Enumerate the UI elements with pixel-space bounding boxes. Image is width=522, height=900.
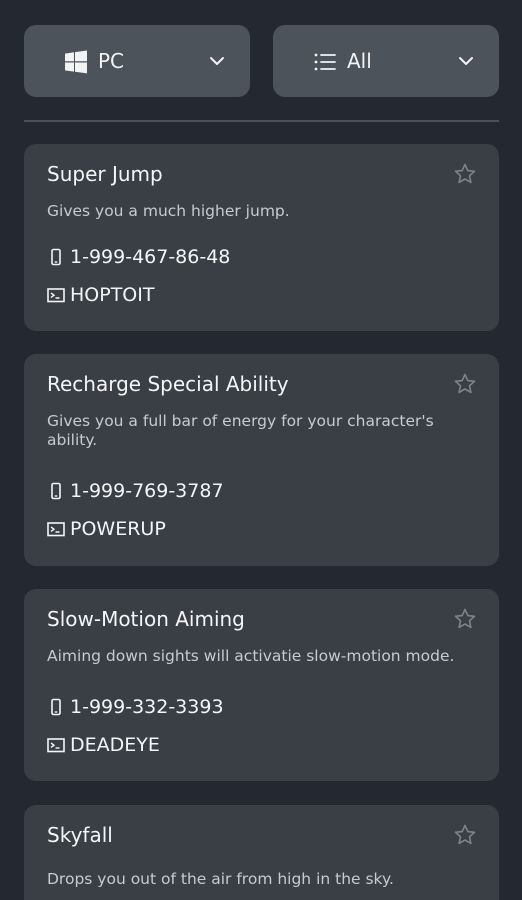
cheat-title: Recharge Special Ability [47, 372, 289, 396]
cheats-screen: PC All Super Jump Gives you a much highe… [0, 0, 522, 900]
cheat-title: Super Jump [47, 162, 163, 186]
cheat-phone: 1-999-467-86-48 [70, 246, 231, 268]
cheat-phone: 1-999-769-3787 [70, 480, 224, 502]
divider [24, 120, 499, 122]
cheat-code: POWERUP [70, 518, 166, 540]
terminal-icon [47, 522, 65, 537]
cheat-card-skyfall[interactable]: Skyfall Drops you out of the air from hi… [24, 805, 499, 900]
cheat-card-recharge-special-ability[interactable]: Recharge Special Ability Gives you a ful… [24, 354, 499, 566]
cheat-description: Gives you a much higher jump. [47, 202, 290, 220]
filter-bar: PC All [24, 25, 499, 97]
phone-icon [51, 248, 61, 266]
category-dropdown-label: All [347, 49, 372, 73]
chevron-down-icon [459, 57, 473, 65]
phone-icon [51, 698, 61, 716]
cheat-card-slow-motion-aiming[interactable]: Slow-Motion Aiming Aiming down sights wi… [24, 589, 499, 781]
favorite-star-icon[interactable] [453, 823, 477, 847]
terminal-icon [47, 738, 65, 753]
cheat-description: Drops you out of the air from high in th… [47, 870, 394, 888]
platform-dropdown[interactable]: PC [24, 25, 250, 97]
cheat-description: Gives you a full bar of energy for your … [47, 412, 434, 449]
category-dropdown[interactable]: All [273, 25, 499, 97]
cheat-code: DEADEYE [70, 734, 160, 756]
windows-icon [65, 50, 87, 74]
cheat-phone: 1-999-332-3393 [70, 696, 224, 718]
favorite-star-icon[interactable] [453, 607, 477, 631]
favorite-star-icon[interactable] [453, 162, 477, 186]
phone-icon [51, 482, 61, 500]
cheat-card-super-jump[interactable]: Super Jump Gives you a much higher jump.… [24, 144, 499, 331]
cheat-title: Slow-Motion Aiming [47, 607, 245, 631]
platform-dropdown-label: PC [98, 49, 125, 73]
favorite-star-icon[interactable] [453, 372, 477, 396]
cheat-description: Aiming down sights will activatie slow-m… [47, 647, 455, 665]
terminal-icon [47, 288, 65, 303]
chevron-down-icon [210, 57, 224, 65]
cheat-code: HOPTOIT [70, 284, 155, 306]
list-icon [314, 53, 336, 71]
cheat-title: Skyfall [47, 823, 113, 847]
